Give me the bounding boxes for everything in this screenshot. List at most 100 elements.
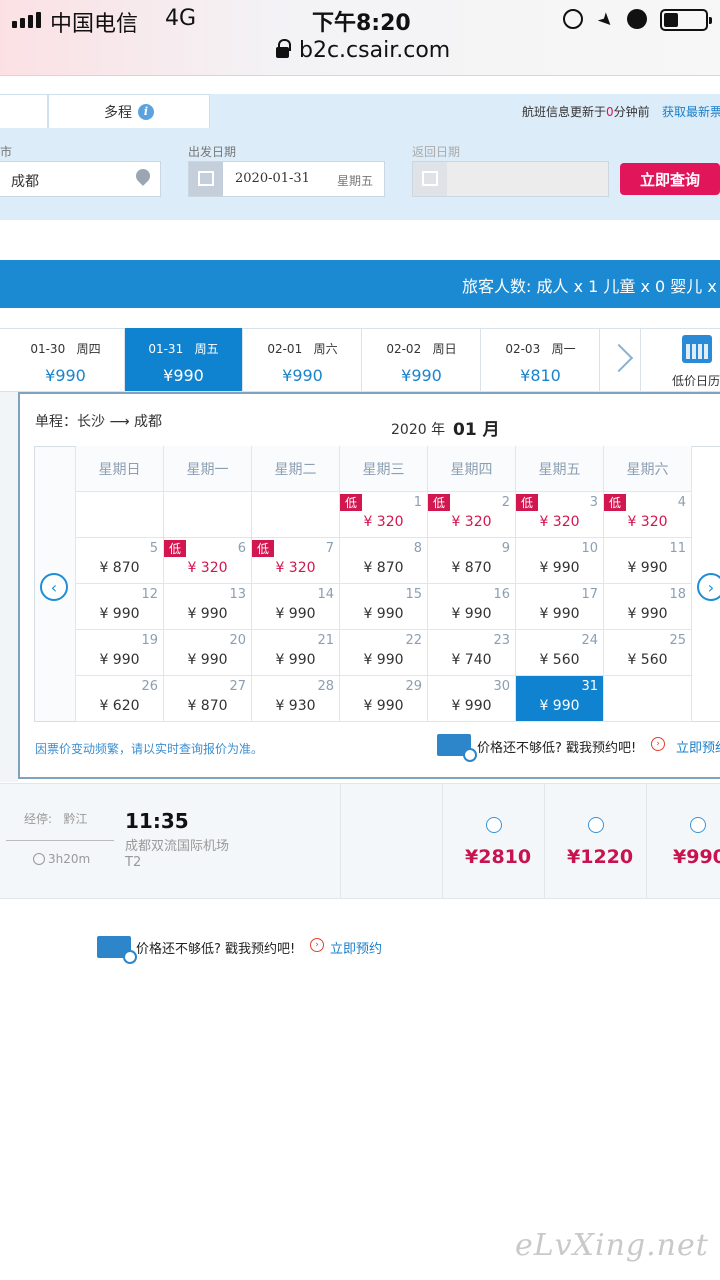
date-cell[interactable]: 01-30 周四 ¥990 bbox=[7, 328, 125, 391]
fare-radio[interactable] bbox=[486, 817, 502, 833]
calendar-day[interactable]: 10 ¥ 990 bbox=[516, 538, 604, 584]
flight-column bbox=[340, 783, 442, 899]
day-number: 14 bbox=[317, 587, 334, 602]
weekday-label: 周六 bbox=[313, 342, 338, 356]
calendar-day[interactable]: 25 ¥ 560 bbox=[604, 630, 692, 676]
promo-link[interactable]: 立即预约 bbox=[676, 737, 720, 756]
calendar-day[interactable]: 23 ¥ 740 bbox=[428, 630, 516, 676]
day-number: 27 bbox=[229, 679, 246, 694]
signal-icon bbox=[12, 12, 46, 28]
date-price: ¥990 bbox=[401, 366, 442, 385]
calendar-day[interactable]: 15 ¥ 990 bbox=[340, 584, 428, 630]
day-price: ¥ 320 bbox=[275, 560, 316, 576]
fare-option[interactable]: ¥990 bbox=[646, 783, 720, 899]
arrow-circle-icon: › bbox=[310, 938, 324, 952]
passenger-bar: 旅客人数: 成人 x 1 儿童 x 0 婴儿 x bbox=[0, 260, 720, 308]
date-cell[interactable]: 02-03 周一 ¥810 bbox=[482, 328, 600, 391]
day-number: 28 bbox=[317, 679, 334, 694]
day-number: 8 bbox=[413, 541, 422, 556]
calendar-day[interactable]: 16 ¥ 990 bbox=[428, 584, 516, 630]
depart-date-field[interactable]: 2020-01-31 星期五 bbox=[188, 161, 385, 197]
day-price: ¥ 620 bbox=[99, 698, 140, 714]
calendar-day[interactable]: 19 ¥ 990 bbox=[76, 630, 164, 676]
day-price: ¥ 990 bbox=[539, 560, 580, 576]
fare-option[interactable]: ¥2810 bbox=[442, 783, 544, 899]
city-label: 市 bbox=[0, 145, 13, 159]
tab-partial[interactable] bbox=[0, 94, 48, 128]
weekday-label: 周四 bbox=[76, 342, 101, 356]
date-cell[interactable]: 02-01 周六 ¥990 bbox=[244, 328, 362, 391]
calendar-day[interactable]: 17 ¥ 990 bbox=[516, 584, 604, 630]
day-price: ¥ 560 bbox=[627, 652, 668, 668]
low-price-badge: 低 bbox=[164, 540, 186, 557]
day-price: ¥ 320 bbox=[627, 514, 668, 530]
route-line bbox=[6, 840, 114, 841]
calendar-day[interactable]: 30 ¥ 990 bbox=[428, 676, 516, 722]
calendar-day[interactable]: 14 ¥ 990 bbox=[252, 584, 340, 630]
calendar-day[interactable]: 26 ¥ 620 bbox=[76, 676, 164, 722]
day-number: 23 bbox=[493, 633, 510, 648]
calendar-day[interactable]: 低 4 ¥ 320 bbox=[604, 492, 692, 538]
date-label: 02-03 bbox=[505, 342, 541, 356]
calendar-day[interactable]: 29 ¥ 990 bbox=[340, 676, 428, 722]
passenger-count[interactable]: 旅客人数: 成人 x 1 儿童 x 0 婴儿 x bbox=[462, 273, 717, 297]
calendar-day[interactable]: 22 ¥ 990 bbox=[340, 630, 428, 676]
return-date-field[interactable] bbox=[412, 161, 609, 197]
refresh-link[interactable]: 获取最新票 bbox=[662, 103, 720, 120]
clock-icon bbox=[33, 853, 45, 865]
prev-month-button[interactable]: ‹ bbox=[40, 573, 68, 601]
arrow-circle-icon: › bbox=[651, 737, 665, 751]
stopover-info: 经停: 黔江 bbox=[24, 810, 88, 827]
weekday-header: 星期六 bbox=[604, 446, 692, 492]
info-icon[interactable]: i bbox=[138, 103, 154, 120]
tab-multi-trip[interactable]: 多程 i bbox=[48, 94, 210, 128]
fare-option[interactable]: ¥1220 bbox=[544, 783, 646, 899]
calendar-day[interactable]: 低 1 ¥ 320 bbox=[340, 492, 428, 538]
search-button[interactable]: 立即查询 bbox=[620, 163, 720, 195]
promo-text: 价格还不够低? 戳我预约吧! bbox=[136, 942, 296, 957]
calendar-day[interactable]: 低 2 ¥ 320 bbox=[428, 492, 516, 538]
calendar-day[interactable]: 18 ¥ 990 bbox=[604, 584, 692, 630]
calendar-day[interactable]: 5 ¥ 870 bbox=[76, 538, 164, 584]
calendar-day[interactable]: 低 3 ¥ 320 bbox=[516, 492, 604, 538]
promo-text: 价格还不够低? 戳我预约吧! bbox=[477, 741, 637, 756]
day-price: ¥ 990 bbox=[187, 652, 228, 668]
calendar-day[interactable]: 20 ¥ 990 bbox=[164, 630, 252, 676]
day-number: 20 bbox=[229, 633, 246, 648]
calendar-day[interactable]: 低 6 ¥ 320 bbox=[164, 538, 252, 584]
day-price: ¥ 870 bbox=[451, 560, 492, 576]
promo-link[interactable]: 立即预约 bbox=[330, 938, 382, 957]
low-price-calendar-button[interactable]: 低价日历 bbox=[642, 328, 720, 391]
calendar-month: 01 月 bbox=[453, 420, 500, 440]
calendar-day[interactable]: 13 ¥ 990 bbox=[164, 584, 252, 630]
date-cell[interactable]: 02-02 周日 ¥990 bbox=[363, 328, 481, 391]
date-cell-selected[interactable]: 01-31 周五 ¥990 bbox=[125, 328, 243, 391]
calendar-day[interactable]: 12 ¥ 990 bbox=[76, 584, 164, 630]
calendar-day[interactable]: 9 ¥ 870 bbox=[428, 538, 516, 584]
calendar-day[interactable]: 28 ¥ 930 bbox=[252, 676, 340, 722]
date-price: ¥990 bbox=[45, 366, 86, 385]
next-month-button[interactable]: › bbox=[697, 573, 720, 601]
low-price-badge: 低 bbox=[428, 494, 450, 511]
calendar-day[interactable]: 11 ¥ 990 bbox=[604, 538, 692, 584]
depart-date-label: 出发日期 bbox=[188, 145, 237, 159]
calendar-day[interactable]: 24 ¥ 560 bbox=[516, 630, 604, 676]
day-number: 30 bbox=[493, 679, 510, 694]
low-price-badge: 低 bbox=[340, 494, 362, 511]
url-text[interactable]: b2c.csair.com bbox=[299, 38, 450, 63]
next-dates-button[interactable] bbox=[601, 328, 641, 391]
fare-radio[interactable] bbox=[588, 817, 604, 833]
left-panel-remnant bbox=[0, 392, 18, 782]
plane-clock-icon bbox=[97, 936, 137, 964]
calendar-day[interactable]: 8 ¥ 870 bbox=[340, 538, 428, 584]
calendar-day-selected[interactable]: 31 ¥ 990 bbox=[516, 676, 604, 722]
calendar-day[interactable]: 21 ¥ 990 bbox=[252, 630, 340, 676]
date-label: 02-02 bbox=[386, 342, 422, 356]
arrival-city-field[interactable]: 成都 bbox=[0, 161, 161, 197]
calendar-day[interactable]: 27 ¥ 870 bbox=[164, 676, 252, 722]
day-price: ¥ 320 bbox=[451, 514, 492, 530]
fare-radio[interactable] bbox=[690, 817, 706, 833]
return-date-label: 返回日期 bbox=[412, 145, 461, 159]
day-number: 16 bbox=[493, 587, 510, 602]
calendar-day[interactable]: 低 7 ¥ 320 bbox=[252, 538, 340, 584]
